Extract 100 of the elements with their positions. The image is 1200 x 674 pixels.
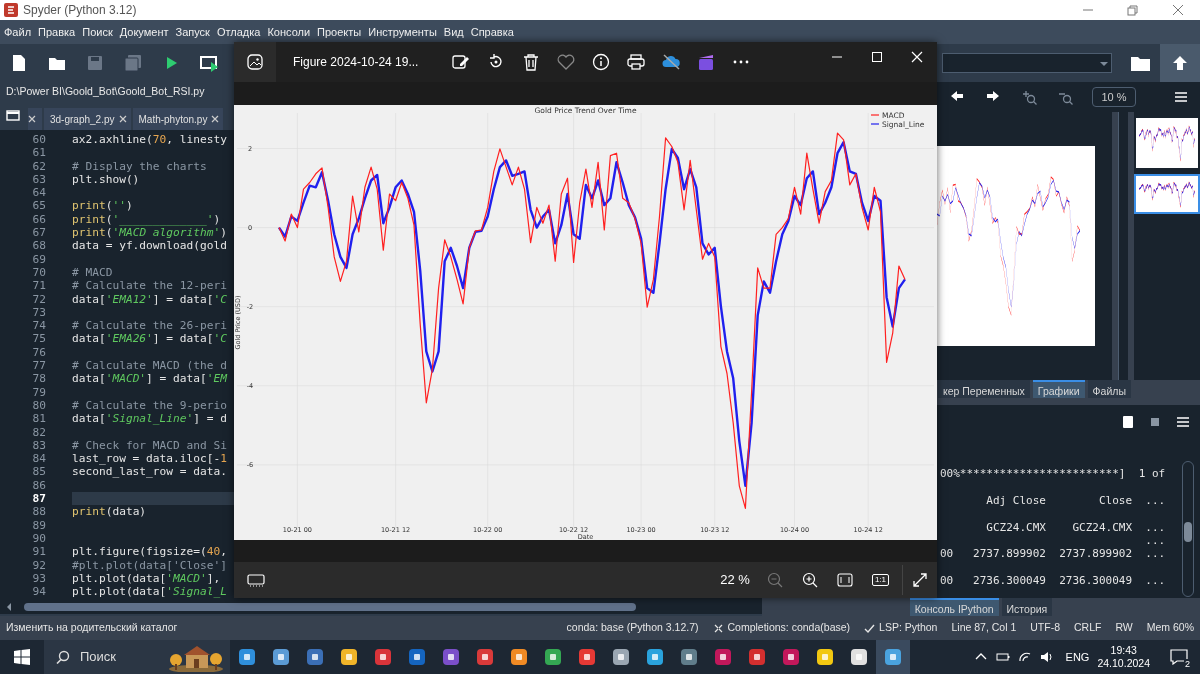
app-icon	[611, 647, 631, 667]
menu-item[interactable]: Проекты	[317, 23, 362, 41]
app-icon	[577, 647, 597, 667]
app-logo-icon	[4, 3, 18, 17]
menu-item[interactable]: Правка	[38, 23, 76, 41]
code-line: data['Signal_Line'] = d	[72, 412, 227, 426]
tab-list-icon[interactable]	[6, 109, 20, 121]
fit-to-window-icon[interactable]	[837, 573, 854, 587]
fullscreen-icon[interactable]	[912, 572, 928, 588]
stop-icon[interactable]	[1150, 417, 1160, 427]
close-icon[interactable]	[211, 115, 220, 123]
notification-icon[interactable]	[1170, 649, 1188, 665]
zoom-field[interactable]: 10 %	[1092, 87, 1136, 107]
app-icon	[713, 647, 733, 667]
filmstrip-icon[interactable]	[246, 573, 265, 587]
code-line: data['EMA26'] = data['C	[72, 332, 227, 346]
zoom-out-icon[interactable]	[767, 572, 784, 588]
image-icon[interactable]	[247, 54, 263, 70]
menu-item[interactable]: Файл	[4, 23, 32, 41]
code-line: data = yf.download(gold	[72, 239, 227, 253]
menu-item[interactable]: Консоли	[267, 23, 311, 41]
line-number: 91	[31, 545, 46, 559]
language-indicator[interactable]: ENG	[1065, 648, 1090, 666]
viewer-title: Figure 2024-10-24 19...	[293, 54, 420, 71]
copy-icon[interactable]	[1122, 415, 1134, 429]
line-number: 77	[31, 359, 46, 373]
line-number: 86	[31, 478, 46, 492]
heart-icon[interactable]	[556, 53, 575, 71]
folder-icon[interactable]	[1130, 54, 1152, 72]
app-icon	[849, 647, 869, 667]
pane-tab[interactable]: История	[1001, 598, 1053, 616]
clock-time[interactable]: 19:43	[1110, 644, 1137, 657]
clock-date[interactable]: 24.10.2024	[1097, 657, 1150, 670]
menu-item[interactable]: Запуск	[175, 23, 210, 41]
cloud-off-icon[interactable]	[661, 53, 680, 71]
line-number: 60	[31, 133, 46, 147]
line-number: 71	[31, 279, 46, 293]
taskbar-app[interactable]	[876, 640, 910, 674]
new-file-icon[interactable]	[10, 53, 28, 73]
windows-logo-icon[interactable]	[14, 649, 30, 665]
code-line: # Calculate MACD (the d	[72, 359, 227, 373]
directory-field[interactable]	[942, 53, 1112, 73]
printer-icon[interactable]	[626, 53, 645, 71]
menu-icon[interactable]	[1174, 91, 1188, 103]
search-field[interactable]: Поиск	[44, 640, 230, 674]
line-number: 72	[31, 292, 46, 306]
line-number: 90	[31, 531, 46, 546]
vertical-scrollbar[interactable]	[1118, 112, 1128, 380]
pane-tab[interactable]: Графики	[1032, 380, 1085, 398]
editor-tab[interactable]: 3d-graph_2.py	[44, 108, 131, 130]
code-line: #plt.plot(data['Close']	[72, 558, 227, 572]
app-icon	[645, 647, 665, 667]
code-line: print('')	[72, 199, 133, 213]
app-icon	[815, 647, 835, 667]
scroll-left-icon[interactable]	[6, 603, 12, 611]
console-output-line: ...	[1144, 535, 1166, 547]
pane-tab[interactable]: кер Переменных	[938, 380, 1030, 398]
menu-icon[interactable]	[1176, 416, 1190, 428]
run-cell-icon[interactable]	[200, 53, 218, 73]
code-line: plt.figure(figsize=(40,	[72, 545, 227, 559]
line-number: 81	[31, 412, 46, 426]
line-number: 67	[31, 226, 46, 240]
menu-item[interactable]: Поиск	[82, 23, 113, 41]
status-item: conda: base (Python 3.12.7)	[566, 620, 699, 636]
editor-tab[interactable]: Math-phyton.py	[132, 108, 224, 130]
actual-size-button[interactable]: 1:1	[871, 574, 889, 586]
code-line: plt.plot(data['MACD'],	[72, 571, 221, 586]
line-number: 88	[31, 505, 46, 519]
horizontal-scrollbar[interactable]	[0, 600, 762, 614]
maximize-icon[interactable]	[871, 51, 883, 63]
line-number: 85	[31, 465, 46, 479]
line-number: 78	[31, 372, 46, 386]
search-icon	[56, 650, 70, 664]
line-number: 68	[31, 239, 46, 253]
edit-image-icon[interactable]	[451, 53, 470, 71]
trash-icon[interactable]	[521, 53, 540, 71]
menu-item[interactable]: Вид	[443, 23, 464, 41]
code-line: # Display the charts	[72, 159, 207, 173]
up-button[interactable]	[1160, 44, 1200, 82]
menu-item[interactable]: Справка	[470, 23, 514, 41]
zoom-in-icon[interactable]	[802, 572, 819, 588]
menu-item[interactable]: Отладка	[216, 23, 261, 41]
code-line: # Calculate the 26-peri	[72, 319, 227, 333]
speaker-icon[interactable]	[1039, 650, 1054, 664]
status-item: Mem 60%	[1146, 620, 1194, 636]
up-arrow-icon	[1172, 55, 1188, 71]
menu-item[interactable]: Документ	[119, 23, 169, 41]
code-line: print('MACD algorithm')	[72, 226, 227, 240]
close-icon[interactable]	[28, 115, 36, 123]
app-icon	[747, 647, 767, 667]
info-icon[interactable]	[591, 53, 610, 71]
menu-item[interactable]: Инструменты	[368, 23, 437, 41]
wifi-icon[interactable]	[1017, 650, 1032, 664]
close-icon[interactable]	[118, 115, 127, 123]
pane-tab[interactable]: Файлы	[1087, 380, 1131, 398]
pane-tab[interactable]: Консоль IPython	[909, 598, 999, 616]
status-item: RW	[1115, 620, 1133, 636]
battery-icon[interactable]	[995, 650, 1010, 664]
line-number: 74	[31, 319, 46, 333]
restore-icon[interactable]	[1125, 4, 1140, 16]
